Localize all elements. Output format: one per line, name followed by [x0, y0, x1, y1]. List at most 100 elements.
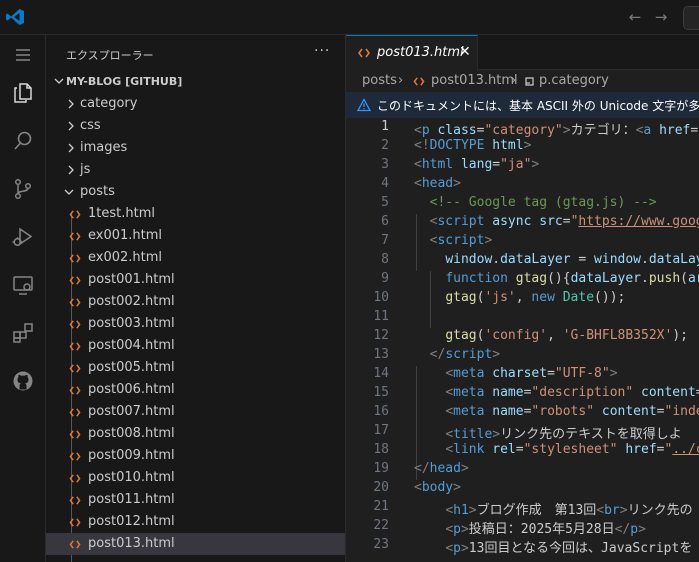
code-token: href: [625, 442, 657, 457]
remote-explorer-icon[interactable]: [0, 265, 46, 305]
explorer-sidebar: エクスプローラー ··· MY-BLOG [GITHUB] category c…: [46, 35, 346, 562]
more-actions-icon[interactable]: ···: [314, 43, 330, 59]
code-line[interactable]: 15 <meta name="description" content=: [346, 384, 699, 403]
code-token: meta: [453, 404, 485, 419]
code-editor[interactable]: 1 <p class="category">カテゴリ：<a href= 2 <!DOC…: [346, 118, 699, 562]
code-line[interactable]: 12 gtag('config', 'G-BHFL8B352X');: [346, 327, 699, 346]
code-line[interactable]: 16 <meta name="robots" content="inde: [346, 403, 699, 422]
tree-file[interactable]: post004.html: [46, 335, 345, 357]
tree-file[interactable]: 1test.html: [46, 203, 345, 225]
command-center[interactable]: [683, 6, 699, 30]
code-line[interactable]: 14 <meta charset="UTF-8">: [346, 365, 699, 384]
sidebar-title: エクスプローラー: [66, 49, 154, 62]
line-number: 1: [381, 119, 389, 134]
code-token: );: [672, 328, 688, 343]
arrow-left-icon[interactable]: ←: [627, 9, 643, 25]
code-line[interactable]: 19 </head>: [346, 460, 699, 479]
tree-file[interactable]: post005.html: [46, 357, 345, 379]
code-line[interactable]: 11: [346, 308, 699, 327]
tree-folder-css[interactable]: css: [46, 115, 345, 137]
code-token: br: [604, 503, 620, 518]
tree-file[interactable]: post010.html: [46, 467, 345, 489]
line-number: 6: [381, 214, 389, 229]
code-line[interactable]: 22 <p>投稿日：2025年5月28日</p>: [346, 517, 699, 537]
tree-file[interactable]: ex002.html: [46, 247, 345, 269]
file-name: post012.html: [88, 514, 175, 529]
line-number: 15: [373, 385, 389, 400]
code-token: <!-- Google tag (gtag.js) -->: [429, 195, 657, 210]
code-line[interactable]: 17 <title>リンク先のテキストを取得しよ: [346, 422, 699, 442]
extensions-icon[interactable]: [0, 313, 46, 353]
line-source: <meta name="description" content=: [414, 385, 699, 400]
run-debug-icon[interactable]: [0, 217, 46, 257]
code-line[interactable]: 13 </script>: [346, 346, 699, 365]
tree-file[interactable]: post007.html: [46, 401, 345, 423]
explorer-icon[interactable]: [0, 73, 46, 113]
code-line[interactable]: 7 <script>: [346, 232, 699, 251]
github-icon[interactable]: [0, 361, 46, 401]
line-source: <title>リンク先のテキストを取得しよ: [414, 423, 681, 442]
code-line[interactable]: 9 function gtag(){dataLayer.push(ar: [346, 270, 699, 289]
code-line[interactable]: 1 <p class="category">カテゴリ：<a href=: [346, 118, 699, 138]
tree-file[interactable]: post013.html: [46, 533, 345, 555]
tree-file[interactable]: post011.html: [46, 489, 345, 511]
html-file-icon: [69, 210, 81, 219]
file-name: post011.html: [88, 492, 175, 507]
code-line[interactable]: 6 <script async src="https://www.goog: [346, 213, 699, 232]
breadcrumb-folder[interactable]: posts: [362, 73, 397, 88]
code-token: <!: [414, 138, 430, 153]
code-token: カテゴリ：: [570, 123, 636, 138]
code-line[interactable]: 5 <!-- Google tag (gtag.js) -->: [346, 194, 699, 213]
code-token: html: [492, 138, 524, 153]
tree-file[interactable]: post006.html: [46, 379, 345, 401]
code-token: <: [445, 366, 454, 381]
code-line[interactable]: 20 <body>: [346, 479, 699, 498]
code-line[interactable]: 21 <h1>ブログ作成 第13回<br>リンク先の: [346, 498, 699, 518]
line-source: <link rel="stylesheet" href="../c: [414, 442, 699, 457]
code-line[interactable]: 10 gtag('js', new Date());: [346, 289, 699, 308]
code-token: <: [414, 123, 422, 138]
tree-folder-images[interactable]: images: [46, 137, 345, 159]
tree-file[interactable]: post002.html: [46, 291, 345, 313]
tree-folder-category[interactable]: category: [46, 93, 345, 115]
tree-file[interactable]: ex001.html: [46, 225, 345, 247]
code-line[interactable]: 18 <link rel="stylesheet" href="../c: [346, 441, 699, 460]
code-line[interactable]: 2 <!DOCTYPE html>: [346, 137, 699, 156]
arrow-right-icon[interactable]: →: [653, 9, 669, 25]
tree-file[interactable]: post003.html: [46, 313, 345, 335]
workspace-section-header[interactable]: MY-BLOG [GITHUB]: [46, 71, 345, 93]
code-line[interactable]: 4 <head>: [346, 175, 699, 194]
tree-file[interactable]: post001.html: [46, 269, 345, 291]
code-token: dataLayer: [570, 271, 642, 286]
tree-file[interactable]: post012.html: [46, 511, 345, 533]
close-icon[interactable]: ✕: [459, 44, 471, 60]
line-number: 2: [381, 138, 389, 153]
search-icon[interactable]: [0, 121, 46, 161]
menu-icon[interactable]: [0, 35, 46, 75]
line-number: 4: [381, 176, 389, 191]
tree-folder-posts[interactable]: posts: [46, 181, 345, 203]
tree-file[interactable]: post008.html: [46, 423, 345, 445]
source-control-icon[interactable]: [0, 169, 46, 209]
tab-post013[interactable]: post013.html ✕: [346, 35, 478, 70]
code-line[interactable]: 23 <p>13回目となる今回は、JavaScriptを: [346, 536, 699, 556]
code-line[interactable]: 8 window.dataLayer = window.dataLay: [346, 251, 699, 270]
line-number: 23: [373, 537, 389, 552]
code-token: =: [656, 404, 665, 419]
html-file-icon: [69, 408, 81, 417]
vscode-logo-icon[interactable]: [5, 8, 25, 26]
code-token: .: [492, 252, 501, 267]
tree-file[interactable]: post009.html: [46, 445, 345, 467]
tree-folder-js[interactable]: js: [46, 159, 345, 181]
breadcrumb-file[interactable]: post013.html: [431, 73, 518, 88]
file-name: post010.html: [88, 470, 175, 485]
code-line[interactable]: 3 <html lang="ja">: [346, 156, 699, 175]
breadcrumb-symbol[interactable]: p.category: [539, 73, 609, 88]
